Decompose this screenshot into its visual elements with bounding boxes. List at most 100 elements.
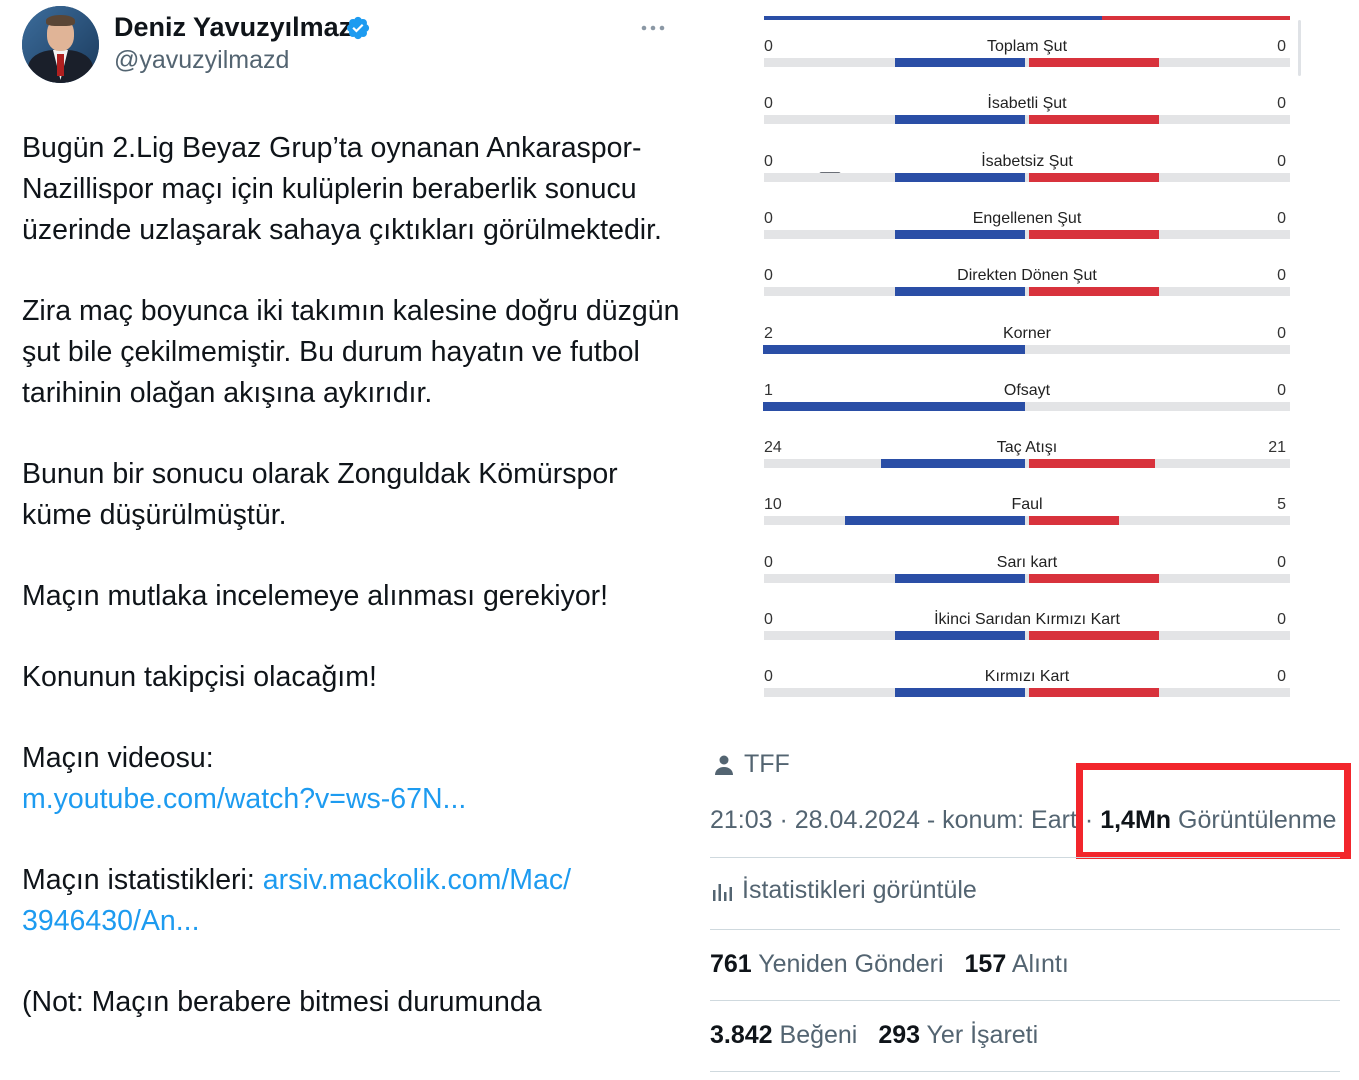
stat-label: Toplam Şut xyxy=(986,38,1068,55)
tweet-paragraph: Maçın mutlaka incelemeye alınması gereki… xyxy=(22,580,609,612)
source-label: TFF xyxy=(744,750,790,778)
stat-home-bar xyxy=(895,688,1025,698)
analytics-icon xyxy=(713,883,732,901)
stat-away-bar xyxy=(1029,172,1159,182)
stat-label: Korner xyxy=(1002,324,1052,342)
stat-away-value: 5 xyxy=(1277,496,1286,514)
likes-count[interactable]: 3.842 xyxy=(710,1021,773,1049)
tweet-paragraph: Konunun takipçisi olacağım! xyxy=(22,661,377,693)
video-link[interactable]: m.youtube.com/watch?v=ws-67N... xyxy=(22,783,466,815)
stat-track xyxy=(764,459,1290,469)
verified-badge-icon xyxy=(346,16,370,40)
tweet-note: (Not: Maçın berabere bitmesi durumunda xyxy=(22,986,542,1018)
author-name[interactable]: Deniz Yavuzyılmaz xyxy=(114,12,352,43)
stat-row: 1 Ofsayt 0 xyxy=(750,382,1310,439)
stat-track xyxy=(764,573,1290,583)
tweet-body: Bugün 2.Lig Beyaz Grup’ta oynanan Ankara… xyxy=(22,128,682,1063)
stat-track xyxy=(764,115,1290,125)
stats-top-bar xyxy=(764,16,1290,20)
stat-home-bar xyxy=(763,344,1025,354)
stat-home-bar xyxy=(895,287,1025,297)
stat-away-value: 0 xyxy=(1277,209,1286,227)
analytics-label: İstatistikleri görüntüle xyxy=(742,876,977,904)
stat-away-value: 0 xyxy=(1277,553,1286,571)
stat-away-value: 0 xyxy=(1277,152,1286,170)
reposts-link[interactable]: 761 Yeniden Gönderi xyxy=(710,950,944,978)
stat-row: 10 Faul 5 xyxy=(750,496,1310,553)
stat-row: 0 Toplam Şut 0 xyxy=(750,38,1310,95)
stat-home-bar xyxy=(895,229,1025,239)
stat-away-value: 0 xyxy=(1277,267,1286,285)
stat-away-bar xyxy=(1029,287,1159,297)
stat-row: 0 Direkten Dönen Şut 0 xyxy=(750,267,1310,324)
stat-row: 24 Taç Atışı 21 xyxy=(750,439,1310,496)
stat-track xyxy=(764,516,1290,526)
more-options-icon[interactable] xyxy=(638,18,668,38)
stats-link-part[interactable]: arsiv.mackolik.com/Mac/ xyxy=(263,864,571,896)
stat-away-value: 0 xyxy=(1277,668,1286,686)
bookmarks-count[interactable]: 293 xyxy=(878,1021,920,1049)
view-analytics-button[interactable]: İstatistikleri görüntüle xyxy=(712,876,977,905)
stat-away-bar xyxy=(1029,688,1159,698)
stats-section: Maçın istatistikleri: arsiv.mackolik.com… xyxy=(22,860,682,942)
stat-home-bar xyxy=(895,115,1025,125)
stat-away-bar xyxy=(1029,58,1159,67)
stat-row: 0 Sarı kart 0 xyxy=(750,554,1310,611)
stat-home-bar xyxy=(895,58,1025,67)
stat-label: Taç Atışı xyxy=(996,439,1058,457)
stats-label: Maçın istatistikleri: xyxy=(22,864,255,896)
stat-label: Direkten Dönen Şut xyxy=(957,267,1097,285)
stat-row: 0 Engellenen Şut 0 xyxy=(750,210,1310,267)
stat-row: 0 İsabetli Şut 0 xyxy=(750,95,1310,152)
views-highlight-box xyxy=(1076,763,1351,859)
stat-track xyxy=(764,58,1290,67)
stat-home-bar xyxy=(895,631,1025,640)
stat-home-bar xyxy=(881,459,1025,469)
stat-track xyxy=(764,631,1290,640)
stat-label: Engellenen Şut xyxy=(972,209,1082,227)
stat-away-value: 0 xyxy=(1277,324,1286,342)
post-date[interactable]: 28.04.2024 xyxy=(795,806,920,834)
source-attribution[interactable]: TFF xyxy=(714,750,790,779)
tweet-paragraph: Bunun bir sonucu olarak Zonguldak Kömürs… xyxy=(22,458,618,531)
stat-away-value: 0 xyxy=(1277,381,1286,399)
divider xyxy=(710,1000,1340,1001)
match-stats-image[interactable]: 0 Toplam Şut 0 0 İsabetli Şut 0 0 İsabetsiz Şut… xyxy=(750,0,1310,712)
stat-away-bar xyxy=(1029,631,1159,640)
stat-away-value: 0 xyxy=(1277,38,1286,55)
stat-track xyxy=(764,688,1290,698)
stat-away-value: 0 xyxy=(1277,95,1286,113)
reposts-label[interactable]: Yeniden Gönderi xyxy=(758,950,943,978)
stat-row: 0 İsabetsiz Şut 0 xyxy=(750,153,1310,210)
stat-label: İsabetli Şut xyxy=(987,95,1067,113)
divider xyxy=(710,929,1340,930)
video-label: Maçın videosu: xyxy=(22,742,214,774)
likes-label[interactable]: Beğeni xyxy=(780,1021,858,1049)
person-icon xyxy=(715,755,733,775)
stat-label: Sarı kart xyxy=(996,553,1058,571)
stat-label: Faul xyxy=(1011,496,1043,514)
reposts-count[interactable]: 761 xyxy=(710,950,752,978)
divider xyxy=(710,1071,1340,1072)
avatar[interactable] xyxy=(22,6,99,83)
post-time[interactable]: 21:03 xyxy=(710,806,773,834)
quotes-link[interactable]: 157 Alıntı xyxy=(965,950,1069,978)
stat-track xyxy=(764,172,1290,182)
stats-link-part[interactable]: 3946430/An... xyxy=(22,905,200,937)
stat-home-bar xyxy=(845,516,1025,526)
likes-link[interactable]: 3.842 Beğeni xyxy=(710,1021,857,1049)
quotes-label[interactable]: Alıntı xyxy=(1012,950,1069,978)
divider xyxy=(710,857,1340,858)
stat-label: Ofsayt xyxy=(1003,381,1051,399)
engagement-row-reposts: 761 Yeniden Gönderi 157 Alıntı xyxy=(710,950,1069,979)
post-location: - konum: Eart xyxy=(926,806,1077,834)
quotes-count[interactable]: 157 xyxy=(965,950,1007,978)
stat-row: 0 İkinci Sarıdan Kırmızı Kart 0 xyxy=(750,611,1310,668)
author-handle[interactable]: @yavuzyilmazd xyxy=(114,46,289,75)
bookmarks-label[interactable]: Yer İşareti xyxy=(927,1021,1039,1049)
stat-home-bar xyxy=(895,573,1025,583)
stat-home-bar xyxy=(763,401,1025,411)
stat-label: İkinci Sarıdan Kırmızı Kart xyxy=(934,611,1120,628)
stat-away-bar xyxy=(1029,229,1159,239)
bookmarks-link[interactable]: 293 Yer İşareti xyxy=(878,1021,1038,1049)
